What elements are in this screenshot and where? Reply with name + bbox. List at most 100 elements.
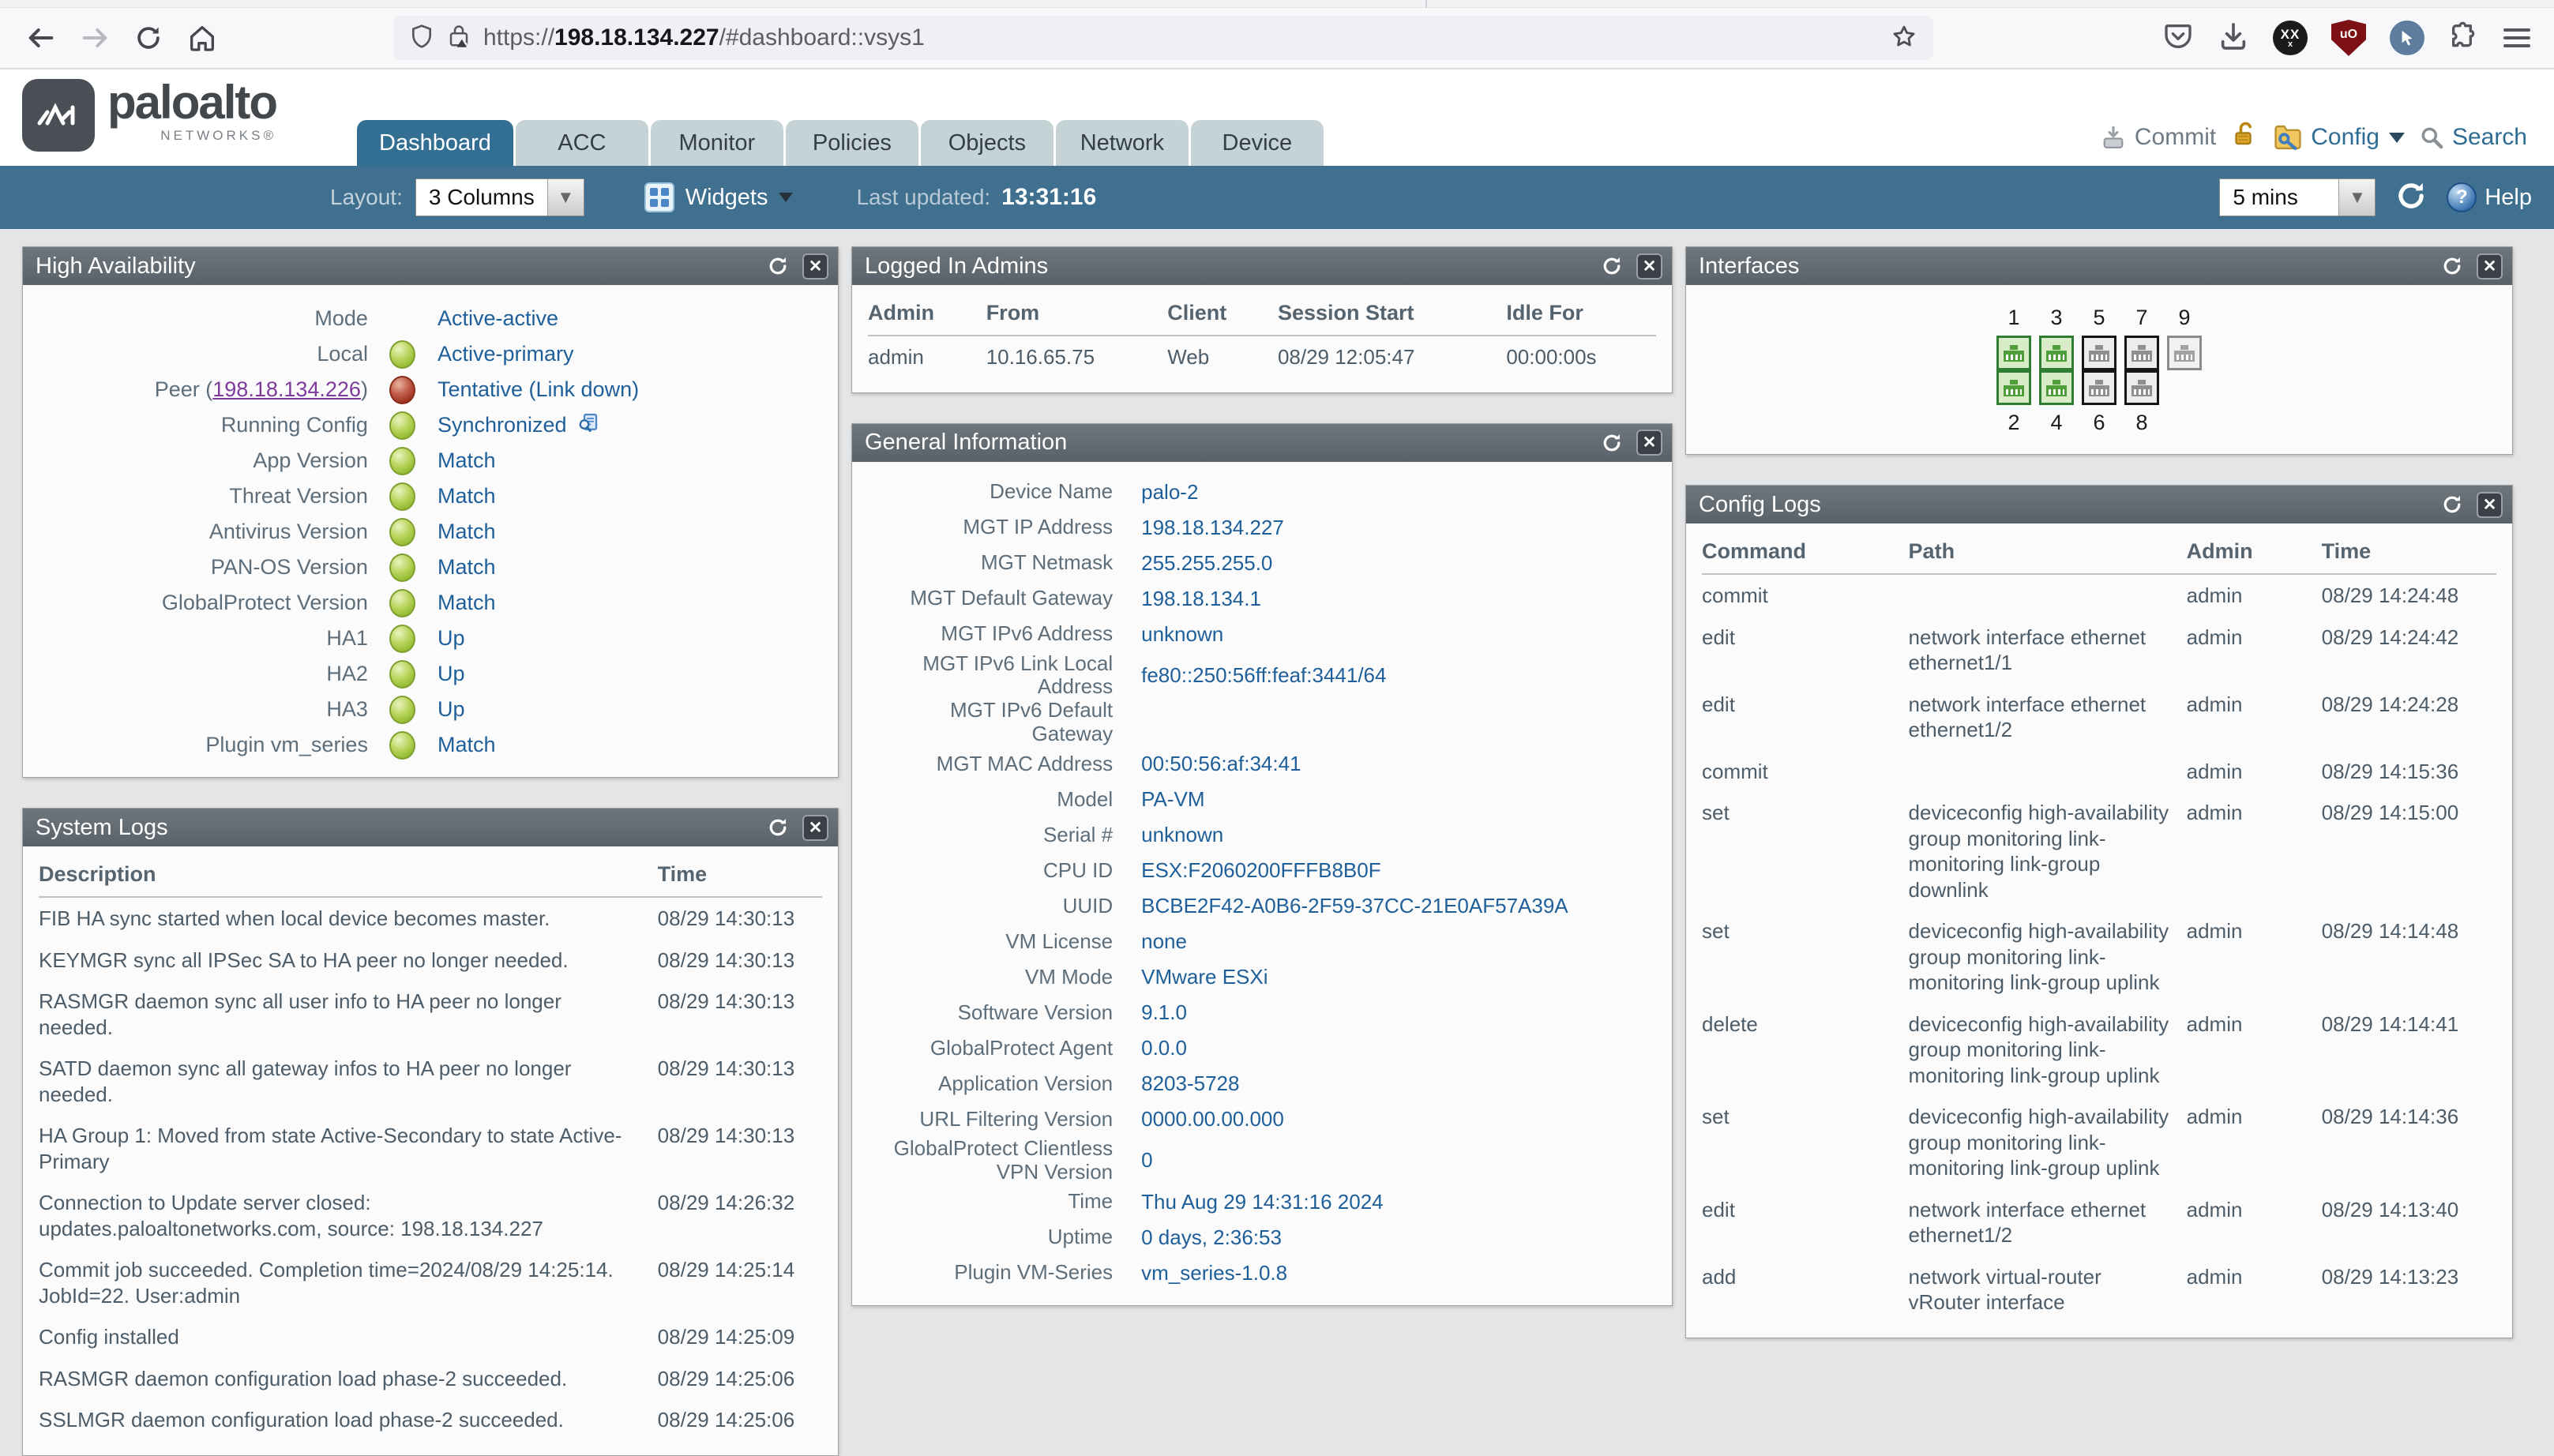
cfg-time: 08/29 14:24:42 <box>2321 625 2459 649</box>
table-row: commit admin 08/29 14:24:48 <box>1702 575 2496 617</box>
nav-tab[interactable]: Dashboard <box>357 120 513 166</box>
status-led <box>389 624 416 653</box>
close-icon[interactable]: ✕ <box>802 253 828 280</box>
url-bar[interactable]: https://198.18.134.227/#dashboard::vsys1 <box>393 16 1933 60</box>
admin-session-start: 08/29 12:05:47 <box>1277 345 1415 369</box>
search-button[interactable]: Search <box>2419 124 2527 151</box>
cfg-path: deviceconfig high-availability group mon… <box>1908 801 2169 902</box>
widget-header: General Information ✕ <box>852 423 1672 462</box>
ha-value: Match <box>437 591 496 614</box>
close-icon[interactable]: ✕ <box>2477 253 2503 280</box>
refresh-icon[interactable] <box>764 814 791 841</box>
extension-area: XX x uO <box>2162 20 2533 56</box>
nav-tab[interactable]: Policies <box>785 120 918 166</box>
url-text: https://198.18.134.227/#dashboard::vsys1 <box>483 24 925 51</box>
log-description: KEYMGR sync all IPSec SA to HA peer no l… <box>39 948 569 972</box>
refresh-interval-select[interactable]: 5 mins ▼ <box>2219 178 2376 216</box>
info-value: VMware ESXi <box>1141 965 1268 989</box>
url-scheme: https:// <box>483 24 555 51</box>
info-row: Model PA-VM <box>869 782 1654 817</box>
close-icon[interactable]: ✕ <box>1636 253 1662 280</box>
nav-tab[interactable]: Device <box>1190 120 1324 166</box>
config-lock-icon[interactable] <box>2230 120 2259 155</box>
pocket-icon[interactable] <box>2162 21 2194 56</box>
refresh-icon[interactable] <box>2439 253 2466 280</box>
help-icon: ? <box>2447 182 2477 212</box>
close-icon[interactable]: ✕ <box>802 814 828 841</box>
config-menu-button[interactable]: Config <box>2273 124 2405 151</box>
rj45-port-icon[interactable] <box>2082 336 2116 370</box>
home-icon[interactable] <box>182 17 223 58</box>
info-row: CPU ID ESX:F2060200FFFB8B0F <box>869 853 1654 888</box>
paloalto-logo-icon <box>22 79 95 152</box>
log-time: 08/29 14:30:13 <box>657 1124 795 1147</box>
ha-label: Peer ( <box>154 377 213 401</box>
info-label: Time <box>1068 1189 1114 1214</box>
column-header: Admin <box>2186 539 2253 563</box>
chevron-down-icon[interactable]: ▼ <box>546 179 584 216</box>
rj45-port-icon[interactable] <box>2124 336 2159 370</box>
info-value: vm_series-1.0.8 <box>1141 1260 1288 1285</box>
table-row: commit admin 08/29 14:15:36 <box>1702 751 2496 793</box>
close-icon[interactable]: ✕ <box>1636 430 1662 456</box>
rj45-port-icon[interactable] <box>2039 336 2074 370</box>
ha-value: Match <box>437 448 496 472</box>
rj45-port-icon[interactable] <box>2124 370 2159 405</box>
info-label: MGT IPv6 Address <box>941 621 1114 646</box>
rj45-port-icon[interactable] <box>2039 370 2074 405</box>
cursor-extension-icon[interactable] <box>2390 21 2424 55</box>
cfg-admin: admin <box>2186 1105 2243 1128</box>
layout-select[interactable]: 3 Columns ▼ <box>415 178 584 216</box>
forward-icon[interactable] <box>74 17 115 58</box>
commit-button[interactable]: Commit <box>2100 124 2216 151</box>
nav-tab[interactable]: Objects <box>920 120 1054 166</box>
nav-tab[interactable]: ACC <box>515 120 648 166</box>
downloads-icon[interactable] <box>2218 21 2249 56</box>
cfg-time: 08/29 14:15:00 <box>2321 801 2459 824</box>
lock-warning-icon[interactable] <box>447 23 471 54</box>
sync-preview-icon[interactable] <box>577 411 600 440</box>
last-updated: Last updated: 13:31:16 <box>856 184 1097 210</box>
last-updated-time: 13:31:16 <box>1001 184 1097 210</box>
chevron-down-icon[interactable]: ▼ <box>2338 179 2376 216</box>
rj45-port-icon[interactable] <box>2082 370 2116 405</box>
help-button[interactable]: ? Help <box>2447 182 2532 212</box>
status-led <box>389 411 416 440</box>
admin-idle-for: 00:00:00s <box>1506 345 1597 369</box>
brand-sub: NETWORKS® <box>160 128 277 143</box>
refresh-icon[interactable] <box>1598 430 1625 456</box>
rj45-port-icon[interactable] <box>1996 336 2031 370</box>
cfg-time: 08/29 14:14:41 <box>2321 1011 2459 1036</box>
reload-icon[interactable] <box>128 17 169 58</box>
log-description: Config installed <box>39 1325 179 1349</box>
info-label: Uptime <box>1047 1225 1114 1249</box>
log-description: Connection to Update server closed: upda… <box>39 1191 543 1240</box>
menu-icon[interactable] <box>2503 24 2530 52</box>
shield-icon[interactable] <box>409 23 434 54</box>
widgets-menu-button[interactable]: Widgets <box>644 182 794 212</box>
nav-tab[interactable]: Monitor <box>650 120 783 166</box>
interfaces-widget: Interfaces ✕ 1 3 5 7 9 2 4 6 8 <box>1685 246 2513 455</box>
info-value: ESX:F2060200FFFB8B0F <box>1141 858 1381 883</box>
ha-value: Match <box>437 555 496 579</box>
layout-label: Layout: <box>330 185 403 209</box>
extensions-puzzle-icon[interactable] <box>2448 21 2480 56</box>
info-label: CPU ID <box>1043 857 1114 882</box>
rj45-port-icon[interactable] <box>2167 336 2202 370</box>
rj45-port-icon[interactable] <box>1996 370 2031 405</box>
xx-extension-icon[interactable]: XX x <box>2273 21 2308 55</box>
bookmark-star-icon[interactable] <box>1891 23 1917 54</box>
info-row: GlobalProtect Agent 0.0.0 <box>869 1030 1654 1066</box>
refresh-icon[interactable] <box>2394 179 2428 216</box>
close-icon[interactable]: ✕ <box>2477 491 2503 518</box>
refresh-icon[interactable] <box>2439 491 2466 518</box>
back-icon[interactable] <box>21 17 62 58</box>
ha-label: Plugin vm_series <box>205 733 368 756</box>
ublock-origin-icon[interactable]: uO <box>2331 20 2366 56</box>
nav-tab[interactable]: Network <box>1055 120 1189 166</box>
refresh-icon[interactable] <box>764 253 791 280</box>
ha-peer-link[interactable]: 198.18.134.226 <box>212 377 361 401</box>
refresh-icon[interactable] <box>1598 253 1625 280</box>
cfg-admin: admin <box>2186 1011 2243 1036</box>
info-row: MGT Default Gateway 198.18.134.1 <box>869 581 1654 617</box>
